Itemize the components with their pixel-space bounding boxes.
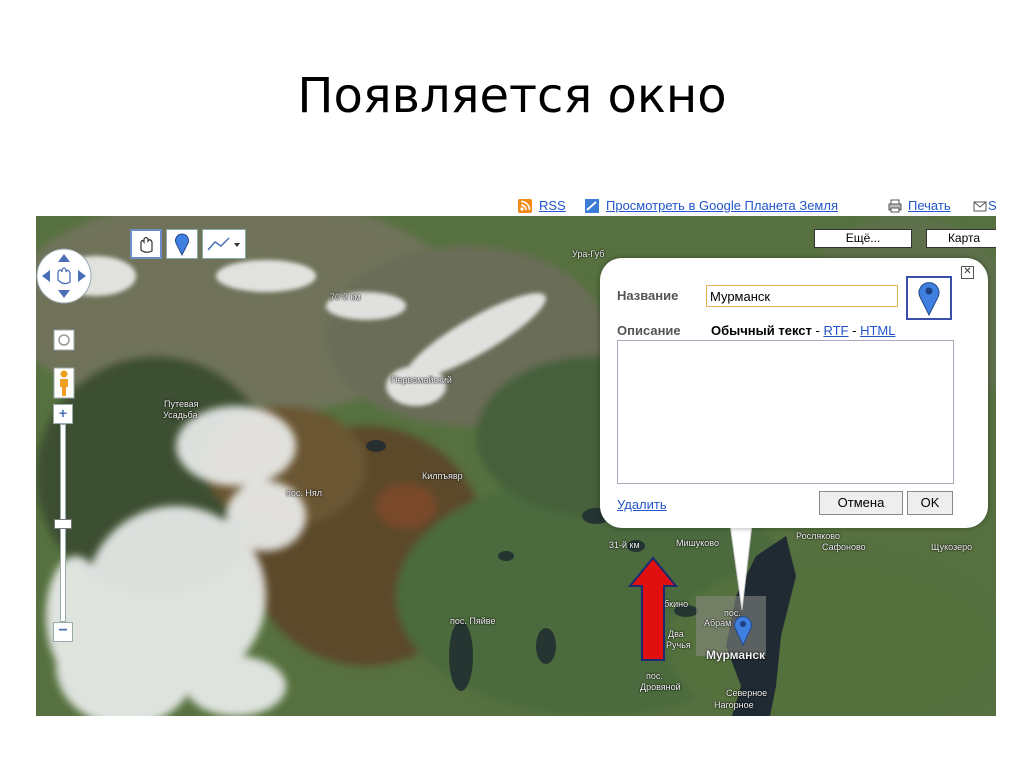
map-label: пос.: [646, 671, 663, 681]
pegman-icon[interactable]: [53, 367, 75, 399]
map-label: пос. Нял: [286, 488, 323, 498]
name-label: Название: [617, 288, 679, 303]
rss-icon: [518, 199, 532, 213]
map-label: 31-й км: [609, 540, 640, 550]
map-type-button[interactable]: Карта: [926, 229, 996, 248]
close-icon[interactable]: ✕: [961, 266, 974, 279]
line-tool-button[interactable]: [202, 229, 246, 259]
maps-screenshot: RSS Просмотреть в Google Планета Земля П…: [36, 196, 996, 716]
placemark-icon: [175, 233, 189, 256]
delete-link[interactable]: Удалить: [617, 497, 667, 512]
separator: -: [848, 323, 861, 338]
google-earth-icon: [585, 199, 599, 213]
placemark-edit-dialog: ✕ Название Описание Обычный текст - RTF …: [600, 258, 988, 528]
html-link[interactable]: HTML: [860, 323, 895, 338]
map-label: Путевая: [164, 399, 199, 409]
zoom-slider[interactable]: + −: [53, 404, 73, 644]
format-options: Обычный текст - RTF - HTML: [711, 323, 895, 338]
map-label: Мишуково: [676, 538, 719, 548]
view-in-earth-link[interactable]: Просмотреть в Google Планета Земля: [606, 198, 838, 213]
slide-title: Появляется окно: [297, 68, 727, 124]
top-links-bar: RSS Просмотреть в Google Планета Земля П…: [36, 196, 996, 216]
more-link-cut[interactable]: S: [988, 198, 996, 213]
ok-button[interactable]: OK: [907, 491, 953, 515]
map-label: Нагорное: [714, 700, 754, 710]
line-icon: [207, 237, 240, 251]
cancel-button[interactable]: Отмена: [819, 491, 903, 515]
name-input[interactable]: [706, 285, 898, 307]
rtf-link[interactable]: RTF: [823, 323, 848, 338]
map-label-murmansk: Мурманск: [706, 648, 766, 662]
map-label: Усадьба: [163, 410, 198, 420]
plain-text-option[interactable]: Обычный текст: [711, 323, 812, 338]
reset-view-icon[interactable]: [53, 329, 75, 351]
map-label: 70-й км: [330, 292, 361, 302]
map-label: Дровяной: [640, 682, 681, 692]
more-button[interactable]: Ещё...: [814, 229, 912, 248]
icon-picker-button[interactable]: [906, 276, 952, 320]
description-label: Описание: [617, 323, 681, 338]
zoom-handle[interactable]: [54, 519, 72, 529]
red-arrow-icon: [628, 556, 678, 661]
map-label: Килпъявр: [422, 471, 463, 481]
map-label: Щукозеро: [931, 542, 973, 552]
print-link[interactable]: Печать: [908, 198, 951, 213]
map-label: Северное: [726, 688, 768, 698]
description-textarea[interactable]: [617, 340, 954, 484]
hand-tool-button[interactable]: [130, 229, 162, 259]
pan-control[interactable]: [36, 246, 96, 306]
hand-icon: [140, 236, 153, 253]
map-label: пос. Пяйве: [450, 616, 496, 626]
zoom-out-button[interactable]: −: [53, 622, 73, 642]
rss-link[interactable]: RSS: [539, 198, 566, 213]
email-icon: [973, 199, 987, 213]
placemark-tool-button[interactable]: [166, 229, 198, 259]
dialog-tail: [728, 522, 754, 611]
separator: -: [811, 323, 824, 338]
map-label: Первомайский: [391, 375, 452, 385]
map-label: Ура-Губ: [572, 249, 605, 259]
map-label: Сафоново: [822, 542, 866, 552]
placemark-icon: [918, 282, 940, 316]
map-label: Абрам: [704, 618, 732, 628]
zoom-in-button[interactable]: +: [53, 404, 73, 424]
printer-icon: [888, 199, 902, 213]
placemark-pin-icon[interactable]: [733, 614, 753, 646]
